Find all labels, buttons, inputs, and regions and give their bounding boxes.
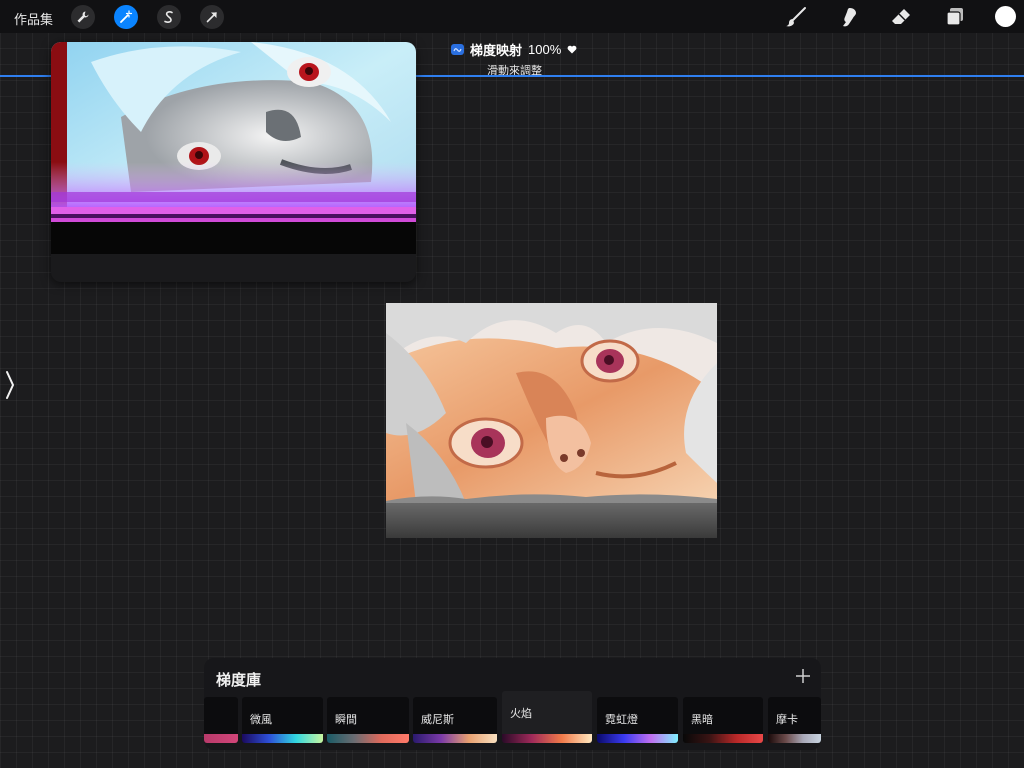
gradient-map-icon [451,44,464,55]
gradient-card-selected[interactable]: 火焰 [502,691,592,743]
brush-icon[interactable] [784,5,808,29]
gradient-name: 摩卡 [776,714,798,726]
gradient-card[interactable]: 瞬間 [327,697,409,743]
adjustment-value: 100% [528,42,562,57]
reference-image [51,42,416,254]
smudge-icon[interactable] [837,5,861,29]
gradient-card[interactable] [204,697,238,743]
top-toolbar: 作品集 [0,0,1024,33]
gradient-name: 微風 [250,714,272,726]
gradient-card[interactable]: 黑暗 [683,697,763,743]
gallery-button[interactable]: 作品集 [14,9,53,28]
gradient-card[interactable]: 微風 [242,697,323,743]
adjustment-header[interactable]: 梯度映射 100% [451,40,577,59]
gradient-name: 黑暗 [691,714,713,726]
heart-icon[interactable] [567,42,577,57]
selection-icon[interactable] [157,5,181,29]
sidebar-toggle[interactable] [0,360,20,410]
gradient-library-panel: 梯度庫 微風 瞬間 威尼斯 火焰 霓虹燈 黑暗 摩卡 [204,658,821,750]
gradient-card[interactable]: 威尼斯 [413,697,497,743]
gradient-swatch [327,734,409,743]
gradient-name: 霓虹燈 [605,714,638,726]
artwork-image [386,303,717,538]
gradient-card[interactable]: 霓虹燈 [597,697,678,743]
adjustment-name: 梯度映射 [470,43,523,58]
gradient-swatch [204,734,238,743]
gradient-library-title: 梯度庫 [216,672,262,689]
gradient-name: 火焰 [510,708,532,720]
gradient-swatch [683,734,763,743]
gradient-swatch [768,734,821,743]
eraser-icon[interactable] [889,5,913,29]
canvas-artwork[interactable] [386,303,717,538]
color-picker-button[interactable] [995,6,1016,27]
gradient-swatch [242,734,323,743]
gradient-swatch [502,734,592,743]
chevron-right-icon [6,371,15,399]
add-gradient-button[interactable] [794,667,812,685]
layers-icon[interactable] [943,5,967,29]
gradient-card[interactable]: 摩卡 [768,697,821,743]
gradient-swatch [413,734,497,743]
wrench-icon[interactable] [71,5,95,29]
magic-wand-icon[interactable] [114,5,138,29]
reference-window[interactable] [51,42,416,282]
gradient-name: 瞬間 [335,714,357,726]
gradient-name: 威尼斯 [421,714,454,726]
gradient-swatch [597,734,678,743]
plus-icon [796,669,810,683]
transform-icon[interactable] [200,5,224,29]
